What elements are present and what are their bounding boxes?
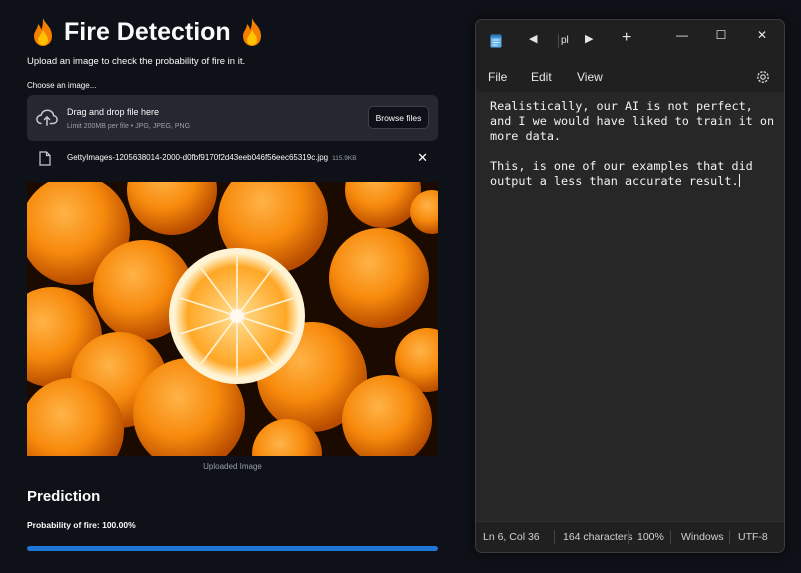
orange-slice — [169, 248, 305, 384]
file-uploader-label: Choose an image... — [27, 81, 97, 90]
dropzone-limit: Limit 200MB per file • JPG, JPEG, PNG — [67, 123, 191, 130]
notepad-app-icon — [490, 34, 502, 48]
subtitle: Upload an image to check the probability… — [27, 56, 246, 67]
file-name-text: GettyImages-1205638014-2000-d0fbf9170f2d… — [67, 153, 329, 162]
page-title: Fire Detection — [30, 12, 450, 52]
text-editor[interactable]: Realistically, our AI is not perfect, an… — [476, 92, 784, 526]
remove-file-icon[interactable]: ✕ — [417, 151, 428, 165]
browse-files-button[interactable]: Browse files — [368, 106, 429, 129]
menu-bar: File Edit View — [476, 62, 784, 92]
menu-view[interactable]: View — [577, 70, 603, 84]
image-caption: Uploaded Image — [203, 462, 262, 471]
menu-edit[interactable]: Edit — [531, 70, 552, 84]
file-size: 115.9KB — [332, 155, 357, 162]
uploaded-image — [27, 182, 438, 456]
fire-icon — [34, 18, 52, 46]
encoding[interactable]: UTF-8 — [738, 531, 768, 543]
minimize-icon[interactable]: — — [671, 26, 693, 44]
new-tab-icon[interactable]: + — [622, 29, 631, 47]
page-title-text: Fire Detection — [64, 17, 231, 46]
prediction-heading: Prediction — [27, 488, 101, 505]
status-separator — [628, 530, 629, 544]
tab-scroll-left-icon[interactable]: ◀ — [529, 32, 537, 45]
probability-progress-bar — [27, 546, 438, 551]
text-caret — [738, 174, 740, 187]
settings-gear-icon[interactable] — [755, 69, 771, 85]
uploaded-file-row: GettyImages-1205638014-2000-d0fbf9170f2d… — [27, 148, 438, 170]
editor-text[interactable]: Realistically, our AI is not perfect, an… — [490, 99, 780, 189]
file-icon — [39, 151, 51, 166]
status-bar: Ln 6, Col 36 164 characters 100% Windows… — [476, 521, 784, 552]
status-separator — [729, 530, 730, 544]
file-dropzone[interactable]: Drag and drop file here Limit 200MB per … — [27, 95, 438, 141]
oranges-photo — [27, 182, 438, 456]
notepad-window: ◀ pl ▶ + — ☐ ✕ File Edit View Realistica… — [475, 19, 785, 553]
dropzone-title: Drag and drop file here — [67, 107, 160, 117]
uploaded-file-name: GettyImages-1205638014-2000-d0fbf9170f2d… — [67, 153, 357, 162]
cursor-position: Ln 6, Col 36 — [483, 531, 540, 543]
title-bar: ◀ pl ▶ + — ☐ ✕ — [476, 20, 784, 62]
menu-file[interactable]: File — [488, 70, 507, 84]
line-ending[interactable]: Windows — [681, 531, 724, 543]
character-count: 164 characters — [563, 531, 633, 543]
fire-icon — [242, 18, 261, 46]
tab-document[interactable]: pl — [561, 35, 569, 46]
cloud-upload-icon — [36, 109, 58, 126]
tab-scroll-right-icon[interactable]: ▶ — [585, 32, 593, 45]
editor-text-content: Realistically, our AI is not perfect, an… — [490, 99, 775, 188]
probability-text: Probability of fire: 100.00% — [27, 520, 136, 530]
status-separator — [670, 530, 671, 544]
close-icon[interactable]: ✕ — [751, 26, 773, 44]
tab-separator — [558, 34, 559, 48]
maximize-icon[interactable]: ☐ — [710, 26, 732, 44]
zoom-level[interactable]: 100% — [637, 531, 664, 543]
streamlit-app: Fire Detection Upload an image to check … — [0, 0, 470, 573]
status-separator — [554, 530, 555, 544]
progress-fill — [27, 546, 438, 551]
